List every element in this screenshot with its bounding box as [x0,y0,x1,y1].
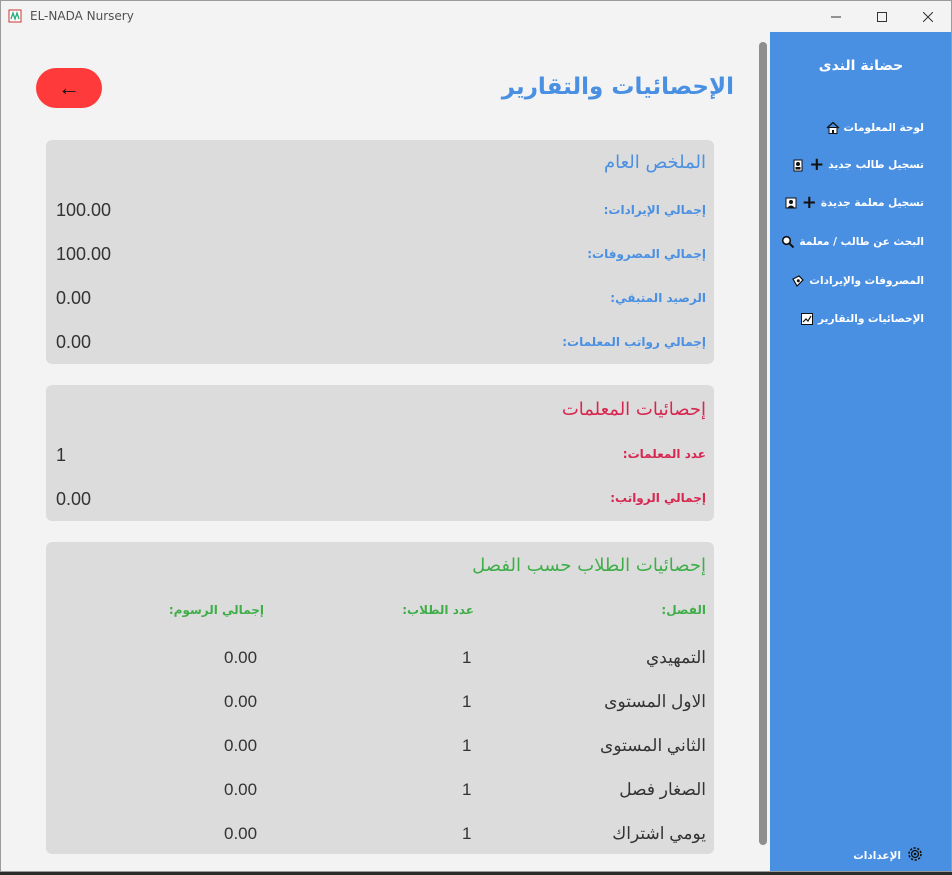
plus-icon: + [809,154,825,175]
teacher-count-label: عدد المعلمات: [622,447,706,461]
page-title: الإحصائيات والتقارير [501,74,734,100]
class-name: التمهيدي [645,648,706,667]
teacher-salaries-value: 0.00 [56,332,92,352]
total-fees: 0.00 [224,824,258,843]
summary-card: الملخص العام إجمالي الإيرادات: 100.00 إج… [46,140,714,364]
back-arrow-icon: ← [58,75,80,100]
student-count: 1 [462,780,472,799]
balance-label: الرصيد المتبقي: [610,291,706,305]
sidebar-item-new-student[interactable]: + تسجيل طالب جديد [791,154,924,175]
students-title: إحصائيات الطلاب حسب الفصل [472,555,706,576]
sidebar-item-label: البحث عن طالب / معلمة [799,236,924,248]
class-name: الثاني المستوى [600,736,706,755]
house-icon [826,121,840,135]
title-bar: EL-NADA Nursery [1,1,951,32]
teachers-title: إحصائيات المعلمات [561,399,706,420]
money-icon [791,274,805,288]
chart-icon [800,312,814,326]
class-column-header: الفصل: [661,603,706,617]
close-button[interactable] [905,1,951,32]
add-student-icon [791,158,805,172]
gear-icon [906,845,924,866]
class-name: الاول المستوى [604,692,706,711]
student-count-column-header: عدد الطلاب: [402,603,474,617]
total-fees: 0.00 [224,736,258,755]
total-revenue-label: إجمالي الإيرادات: [603,203,706,217]
settings-label: الإعدادات [853,849,901,862]
app-logo-icon [8,9,22,23]
app-window: EL-NADA Nursery ← الإحصائيات والتقارير ا… [0,0,952,872]
sidebar-item-label: تسجيل معلمة جديدة [820,197,924,209]
total-fees: 0.00 [224,648,258,667]
settings-button[interactable]: الإعدادات [853,845,924,866]
scrollbar-thumb[interactable] [759,42,767,845]
sidebar-item-search[interactable]: البحث عن طالب / معلمة [781,235,924,249]
total-expenses-value: 100.00 [56,244,112,264]
sidebar-item-finance[interactable]: المصروفات والإيرادات [791,274,924,288]
sidebar-item-label: الإحصائيات والتقارير [817,313,924,325]
total-salaries-label: إجمالي الرواتب: [610,491,706,505]
maximize-icon [877,11,887,22]
student-count: 1 [462,736,472,755]
plus-icon: + [801,192,817,213]
close-icon [923,11,933,22]
balance-value: 0.00 [56,288,92,308]
total-revenue-value: 100.00 [56,200,112,220]
sidebar-item-reports[interactable]: الإحصائيات والتقارير [800,312,924,326]
teacher-count-value: 1 [56,445,67,465]
class-name: الصغار فصل [619,780,706,799]
teacher-salaries-label: إجمالي رواتب المعلمات: [562,335,706,349]
search-icon [781,235,795,249]
students-card: إحصائيات الطلاب حسب الفصل الفصل: عدد الط… [46,542,714,854]
sidebar-item-new-teacher[interactable]: + تسجيل معلمة جديدة [784,192,924,213]
total-expenses-label: إجمالي المصروفات: [587,247,706,261]
student-count: 1 [462,692,472,711]
sidebar-item-label: تسجيل طالب جديد [828,159,924,171]
back-button[interactable]: ← [36,68,102,108]
window-title: EL-NADA Nursery [30,9,134,23]
sidebar: حضانة الندى لوحة المعلومات + تسجيل طالب … [770,32,951,871]
total-salaries-value: 0.00 [56,489,92,509]
student-count: 1 [462,824,472,843]
summary-title: الملخص العام [603,152,706,173]
teachers-card: إحصائيات المعلمات عدد المعلمات: 1 إجمالي… [46,385,714,521]
maximize-button[interactable] [859,1,905,32]
sidebar-item-dashboard[interactable]: لوحة المعلومات [826,121,925,135]
minimize-button[interactable] [813,1,859,32]
sidebar-title: حضانة الندى [818,58,904,74]
class-name: يومي اشتراك [612,824,706,843]
total-fees: 0.00 [224,692,258,711]
student-count: 1 [462,648,472,667]
sidebar-item-label: لوحة المعلومات [843,122,925,134]
add-teacher-icon [784,196,798,210]
total-fees: 0.00 [224,780,258,799]
minimize-icon [831,16,841,17]
fees-column-header: إجمالي الرسوم: [168,603,264,617]
sidebar-item-label: المصروفات والإيرادات [809,275,924,287]
